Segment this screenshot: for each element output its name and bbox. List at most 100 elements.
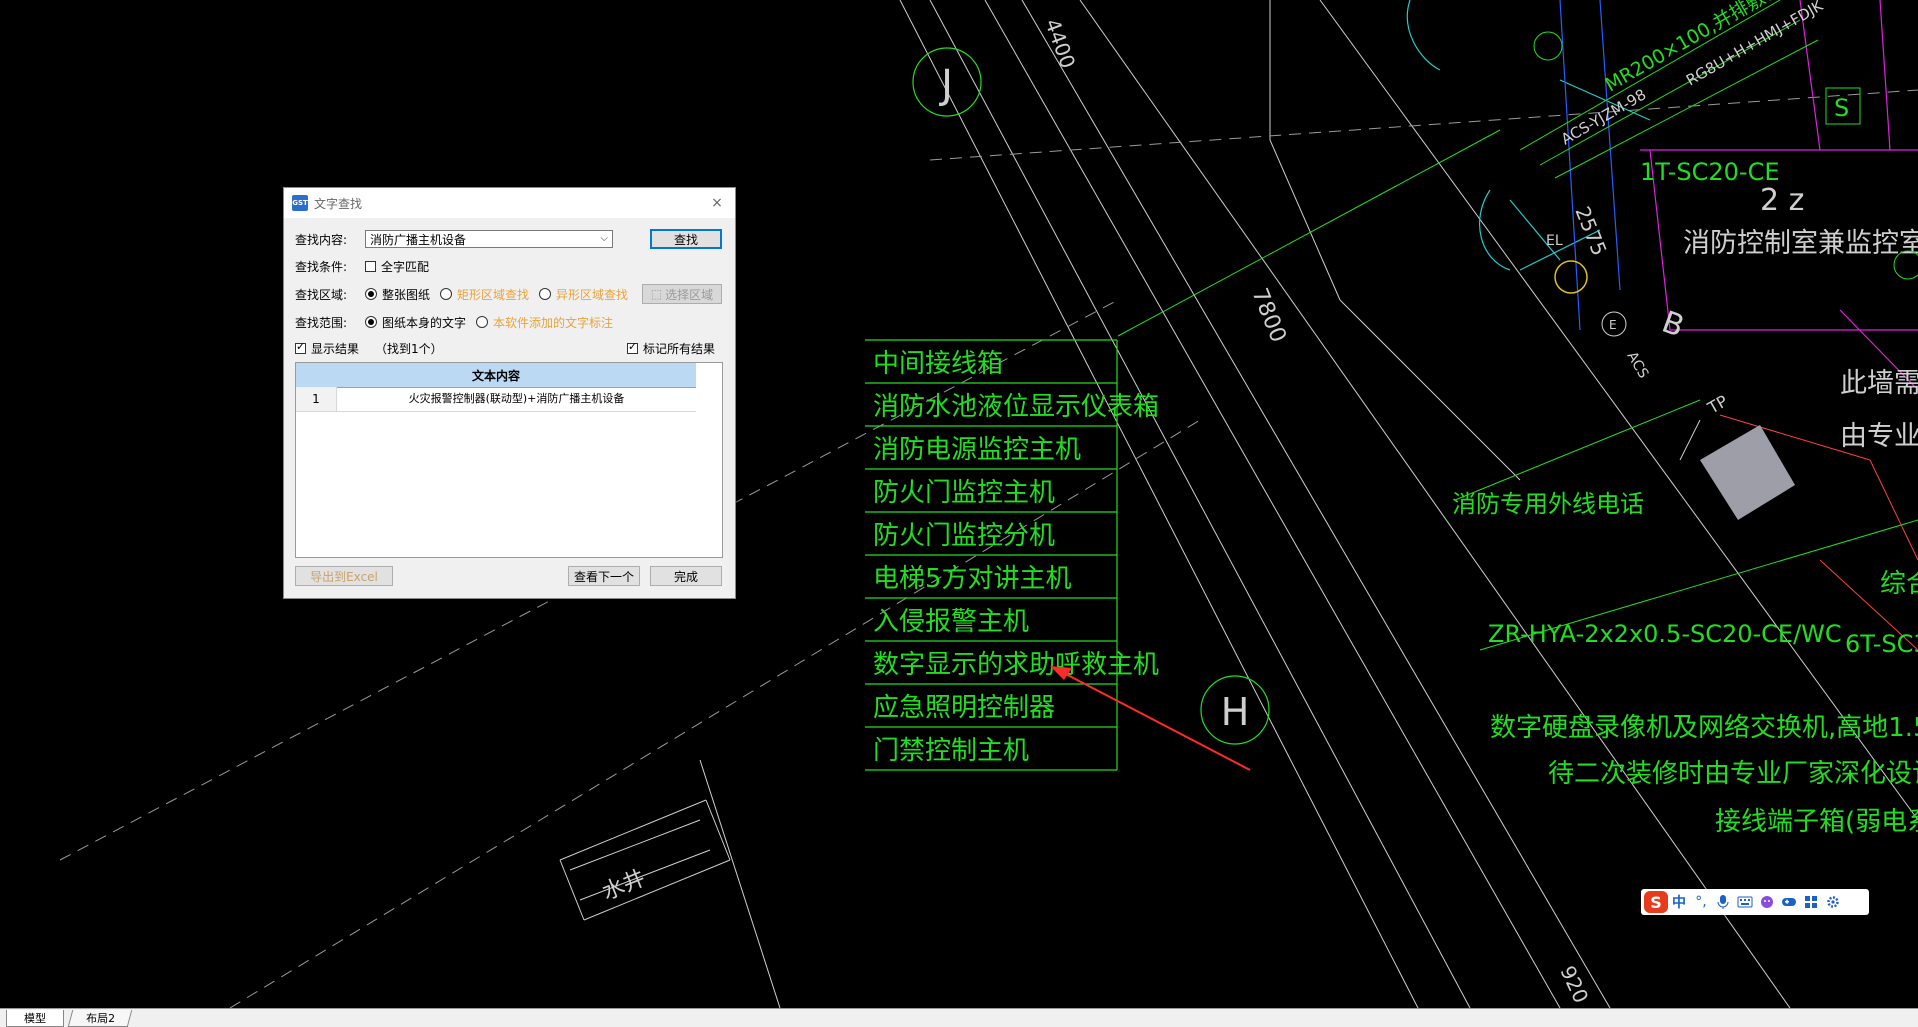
find-scope-row: 查找范围: 图纸本身的文字 本软件添加的文字标注 bbox=[295, 312, 623, 332]
text-find-dialog: GST 文字查找 × 查找内容: 消防广播主机设备 ⌵ 查找 查找条件: 全字匹… bbox=[283, 187, 736, 599]
sc32-text: 6T-SC32- bbox=[1845, 630, 1918, 658]
zonghe-text: 综合 bbox=[1880, 569, 1918, 599]
sogou-logo-icon[interactable]: S bbox=[1644, 891, 1668, 913]
two-z-text: 2 z bbox=[1760, 183, 1804, 218]
wall-note-2: 由专业 bbox=[1840, 421, 1918, 452]
find-content-value: 消防广播主机设备 bbox=[370, 232, 467, 247]
scope-added-text-option[interactable]: 本软件添加的文字标注 bbox=[476, 314, 613, 331]
grid-bubble-j: J bbox=[912, 47, 982, 117]
found-count: （找到1个） bbox=[375, 341, 443, 356]
dimension-7800: 7800 bbox=[1246, 285, 1290, 346]
view-next-button[interactable]: 查看下一个 bbox=[568, 566, 640, 586]
area-irregular-radio[interactable] bbox=[539, 288, 552, 300]
find-area-label: 查找区域: bbox=[295, 287, 348, 302]
app-logo-icon: GST bbox=[292, 195, 308, 211]
legend-item: 消防电源监控主机 bbox=[873, 435, 1081, 465]
el-label: EL bbox=[1546, 233, 1563, 249]
scope-added-text-radio[interactable] bbox=[476, 316, 489, 328]
export-excel-button[interactable]: 导出到Excel bbox=[295, 566, 393, 586]
equipment-box bbox=[1700, 425, 1795, 520]
grid-apps-icon[interactable] bbox=[1800, 891, 1822, 913]
e-label: E bbox=[1609, 318, 1617, 332]
grid-bubble-h: H bbox=[1200, 675, 1270, 745]
done-button[interactable]: 完成 bbox=[650, 566, 722, 586]
area-whole-drawing-option[interactable]: 整张图纸 bbox=[365, 286, 430, 303]
find-content-label: 查找内容: bbox=[295, 232, 348, 247]
legend-item: 门禁控制主机 bbox=[873, 736, 1029, 766]
mark-all-option[interactable]: 标记所有结果 bbox=[627, 340, 715, 357]
tab-layout2-label: 布局2 bbox=[85, 1012, 115, 1025]
find-scope-label: 查找范围: bbox=[295, 315, 348, 330]
results-table-header: 文本内容 bbox=[296, 363, 696, 388]
svg-text:J: J bbox=[938, 62, 953, 108]
find-condition-row: 查找条件: 全字匹配 bbox=[295, 256, 439, 276]
select-area-button[interactable]: ⬚ 选择区域 bbox=[642, 284, 722, 304]
row-index: 1 bbox=[296, 387, 337, 411]
ime-lang[interactable]: 中 bbox=[1668, 891, 1690, 913]
el-circle bbox=[1554, 260, 1588, 294]
tab-model[interactable]: 模型 bbox=[6, 1010, 64, 1027]
whole-word-checkbox[interactable] bbox=[365, 260, 376, 272]
sc20-text: 1T-SC20-CE bbox=[1640, 158, 1780, 186]
mark-all-label: 标记所有结果 bbox=[643, 341, 716, 356]
area-rect-label: 矩形区域查找 bbox=[457, 287, 530, 302]
dialog-title-bar[interactable]: GST 文字查找 × bbox=[284, 188, 735, 218]
table-row[interactable]: 1 火灾报警控制器(联动型)+消防广播主机设备 bbox=[296, 387, 696, 412]
find-content-combo[interactable]: 消防广播主机设备 ⌵ bbox=[365, 230, 613, 248]
speaker-icon bbox=[1533, 31, 1563, 61]
mark-all-checkbox[interactable] bbox=[627, 340, 638, 354]
equipment-legend-table: 中间接线箱消防水池液位显示仪表箱消防电源监控主机防火门监控主机防火门监控分机电梯… bbox=[865, 339, 1159, 771]
close-icon[interactable]: × bbox=[707, 193, 727, 213]
scope-drawing-text-radio[interactable] bbox=[365, 316, 377, 328]
legend-item: 入侵报警主机 bbox=[873, 607, 1029, 637]
blue-wall-lines bbox=[1559, 0, 1621, 331]
dimension-4400: 4400 bbox=[1040, 16, 1080, 72]
show-results-row: 显示结果 （找到1个） bbox=[295, 338, 443, 358]
area-irregular-option[interactable]: 异形区域查找 bbox=[539, 286, 628, 303]
results-table[interactable]: 文本内容 1 火灾报警控制器(联动型)+消防广播主机设备 bbox=[295, 362, 723, 558]
ime-toolbar[interactable]: S 中 °, bbox=[1641, 889, 1869, 915]
scope-added-text-label: 本软件添加的文字标注 bbox=[493, 315, 614, 330]
whole-word-option[interactable]: 全字匹配 bbox=[365, 258, 429, 275]
nvr-text-1: 数字硬盘录像机及网络交换机,高地1.5m壁装 bbox=[1490, 713, 1918, 743]
select-area-icon: ⬚ bbox=[650, 287, 663, 301]
show-results-label: 显示结果 bbox=[311, 341, 360, 356]
show-results-option[interactable]: 显示结果 bbox=[295, 340, 359, 357]
legend-item: 电梯5方对讲主机 bbox=[873, 564, 1072, 594]
s-label: S bbox=[1834, 94, 1849, 122]
scope-drawing-text-label: 图纸本身的文字 bbox=[382, 315, 467, 330]
phone-leader-line bbox=[1454, 399, 1701, 501]
area-rect-option[interactable]: 矩形区域查找 bbox=[440, 286, 529, 303]
legend-item: 应急照明控制器 bbox=[873, 693, 1055, 723]
whole-word-label: 全字匹配 bbox=[381, 259, 430, 274]
ime-punct[interactable]: °, bbox=[1690, 891, 1712, 913]
scope-drawing-text-option[interactable]: 图纸本身的文字 bbox=[365, 314, 466, 331]
zr-cable-text: ZR-HYA-2x2x0.5-SC20-CE/WC bbox=[1488, 620, 1842, 648]
acs-cable-text: ACS-YJZM-98 bbox=[1558, 85, 1649, 148]
keyboard-icon[interactable] bbox=[1734, 891, 1756, 913]
gamepad-icon[interactable] bbox=[1778, 891, 1800, 913]
mark-all-row: 标记所有结果 bbox=[627, 338, 725, 358]
skin-icon[interactable] bbox=[1756, 891, 1778, 913]
area-rect-radio[interactable] bbox=[440, 288, 453, 300]
leader-line bbox=[1117, 129, 1501, 337]
terminal-box-text: 接线端子箱(弱电系统用) bbox=[1715, 807, 1918, 837]
tp-label: TP bbox=[1704, 391, 1731, 418]
building-outline-lines bbox=[559, 0, 1918, 1008]
dialog-title: 文字查找 bbox=[314, 196, 363, 211]
gear-icon[interactable] bbox=[1822, 891, 1844, 913]
b-label: B bbox=[1657, 305, 1688, 345]
find-area-row: 查找区域: 整张图纸 矩形区域查找 异形区域查找 bbox=[295, 284, 638, 304]
tab-layout2[interactable]: 布局2 bbox=[67, 1010, 133, 1027]
find-button[interactable]: 查找 bbox=[650, 229, 722, 249]
control-room-text: 消防控制室兼监控室 bbox=[1683, 228, 1918, 259]
legend-item: 防火门监控主机 bbox=[873, 478, 1055, 508]
chevron-down-icon[interactable]: ⌵ bbox=[600, 231, 608, 247]
area-whole-drawing-radio[interactable] bbox=[365, 288, 377, 300]
legend-item: 防火门监控分机 bbox=[873, 521, 1055, 551]
mic-icon[interactable] bbox=[1712, 891, 1734, 913]
area-irregular-label: 异形区域查找 bbox=[556, 287, 629, 302]
find-condition-label: 查找条件: bbox=[295, 259, 348, 274]
show-results-checkbox[interactable] bbox=[295, 340, 306, 354]
wall-note-1: 此墙需 bbox=[1840, 368, 1918, 399]
